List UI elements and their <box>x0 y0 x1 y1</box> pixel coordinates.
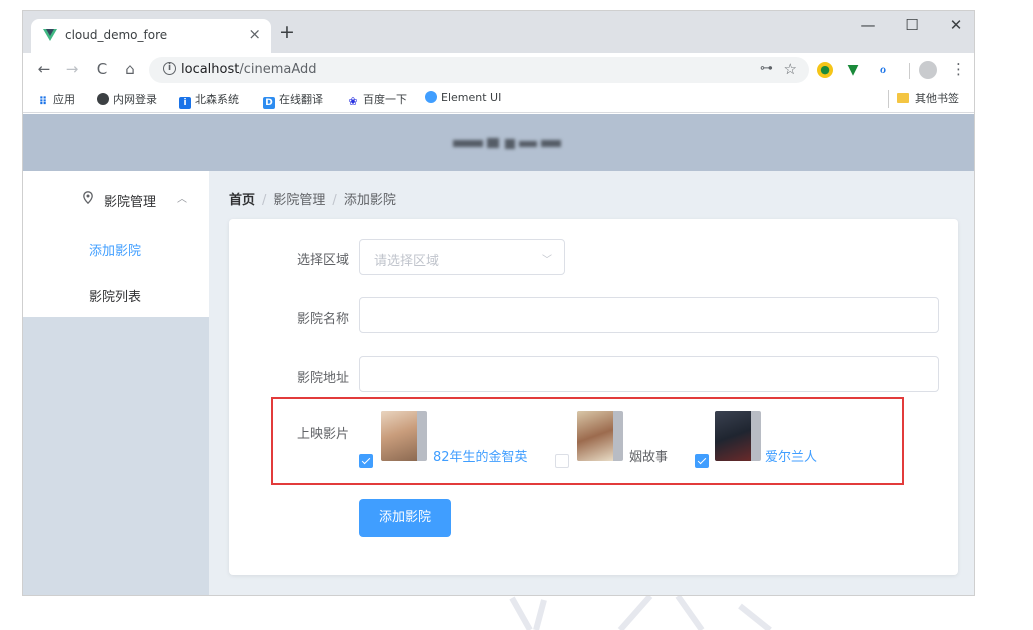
breadcrumb: 首页 / 影院管理 / 添加影院 <box>229 193 396 208</box>
maximize-button[interactable]: ☐ <box>897 16 927 34</box>
browser-tab[interactable]: cloud_demo_fore × <box>31 19 271 53</box>
main-content: 首页 / 影院管理 / 添加影院 选择区域 请选择区域 ﹀ 影院名称 影院地址 上映影片… <box>209 171 974 595</box>
app-header <box>23 114 974 171</box>
films-highlight-box: 上映影片 82年生的金智英 姻故事 爱尔兰人 <box>271 397 904 485</box>
bookmark-element-ui[interactable]: Element UI <box>425 91 501 104</box>
submenu-cinema-management[interactable]: 影院管理 ︿ <box>23 171 209 227</box>
home-button[interactable]: ⌂ <box>121 60 139 78</box>
site-info-icon[interactable]: i <box>163 62 176 75</box>
submenu-label: 影院管理 <box>104 195 157 210</box>
bookmark-star-icon[interactable]: ☆ <box>784 60 797 78</box>
profile-avatar-icon[interactable] <box>919 61 937 79</box>
forward-button[interactable]: → <box>63 60 81 78</box>
breadcrumb-home[interactable]: 首页 <box>229 193 255 208</box>
bookmark-apps[interactable]: ⠿ 应用 <box>37 91 75 108</box>
sidebar-item-cinema-list[interactable]: 影院列表 <box>89 286 141 305</box>
cinema-name-input[interactable] <box>359 297 939 333</box>
close-window-button[interactable]: ✕ <box>941 16 971 34</box>
menu-kebab-icon[interactable]: ⋮ <box>951 60 966 78</box>
region-select-placeholder: 请选择区域 <box>374 254 440 269</box>
tab-strip: cloud_demo_fore × + — ☐ ✕ <box>23 11 974 53</box>
sidebar-item-add-cinema[interactable]: 添加影院 <box>89 240 141 259</box>
extension-icon[interactable]: ● <box>817 62 833 78</box>
form-card: 选择区域 请选择区域 ﹀ 影院名称 影院地址 上映影片 82年生的金智英 姻故事… <box>229 219 958 575</box>
breadcrumb-cinema-management: 影院管理 <box>273 193 326 208</box>
breadcrumb-add-cinema: 添加影院 <box>343 193 396 208</box>
films-label: 上映影片 <box>297 427 350 442</box>
cinema-address-label: 影院地址 <box>297 371 350 386</box>
bookmarks-bar: ⠿ 应用 内网登录 i 北森系统 D 在线翻译 ❀ 百度一下 Element UI 其他… <box>23 87 974 113</box>
bookmark-beisen[interactable]: i 北森系统 <box>179 91 239 109</box>
sidebar: 影院管理 ︿ 添加影院 影院列表 <box>23 171 209 595</box>
other-bookmarks[interactable]: 其他书签 <box>888 90 959 108</box>
side-menu: 影院管理 ︿ 添加影院 影院列表 <box>23 171 209 317</box>
browser-window: cloud_demo_fore × + — ☐ ✕ ← → C ⌂ i loca… <box>22 10 975 596</box>
bookmark-translate[interactable]: D 在线翻译 <box>263 91 323 109</box>
beisen-icon: i <box>179 97 191 109</box>
globe-icon <box>97 93 109 105</box>
add-cinema-button[interactable]: 添加影院 <box>359 499 451 537</box>
back-button[interactable]: ← <box>35 60 53 78</box>
folder-icon <box>897 93 909 103</box>
film-poster <box>381 411 427 461</box>
element-icon <box>425 91 437 103</box>
translate-icon: D <box>263 97 275 109</box>
tab-close-icon[interactable]: × <box>248 25 261 43</box>
address-bar[interactable]: i localhost/cinemaAdd ⊶ ☆ <box>149 57 809 83</box>
film-poster <box>577 411 623 461</box>
film-checkbox-checked[interactable] <box>695 454 709 468</box>
minimize-button[interactable]: — <box>853 16 883 34</box>
reload-button[interactable]: C <box>93 60 111 78</box>
chevron-up-icon: ︿ <box>177 194 187 205</box>
film-name: 姻故事 <box>629 450 669 465</box>
bookmark-baidu[interactable]: ❀ 百度一下 <box>347 91 407 108</box>
key-icon[interactable]: ⊶ <box>760 61 773 76</box>
browser-toolbar: ← → C ⌂ i localhost/cinemaAdd ⊶ ☆ ● ▼ ℴ … <box>23 53 974 87</box>
watermark <box>509 596 772 630</box>
bookmark-intranet[interactable]: 内网登录 <box>97 91 157 107</box>
vue-devtools-icon[interactable]: ▼ <box>845 62 861 78</box>
extension-2-icon[interactable]: ℴ <box>875 62 891 78</box>
apps-grid-icon: ⠿ <box>38 95 48 108</box>
tab-title: cloud_demo_fore <box>65 28 168 42</box>
region-label: 选择区域 <box>297 253 350 268</box>
toolbar-divider <box>909 63 910 79</box>
film-poster <box>715 411 761 461</box>
vue-logo-icon <box>43 29 57 41</box>
blurred-header-title <box>453 138 561 149</box>
region-select[interactable]: 请选择区域 ﹀ <box>359 239 565 275</box>
baidu-paw-icon: ❀ <box>348 95 358 108</box>
film-checkbox-checked[interactable] <box>359 454 373 468</box>
film-name: 82年生的金智英 <box>433 450 528 465</box>
new-tab-button[interactable]: + <box>279 22 295 42</box>
location-icon <box>83 191 93 204</box>
cinema-address-input[interactable] <box>359 356 939 392</box>
film-checkbox-unchecked[interactable] <box>555 454 569 468</box>
chevron-down-icon: ﹀ <box>542 255 552 266</box>
cinema-name-label: 影院名称 <box>297 312 350 327</box>
url-text[interactable]: localhost/cinemaAdd <box>181 62 317 77</box>
film-name: 爱尔兰人 <box>765 450 818 465</box>
